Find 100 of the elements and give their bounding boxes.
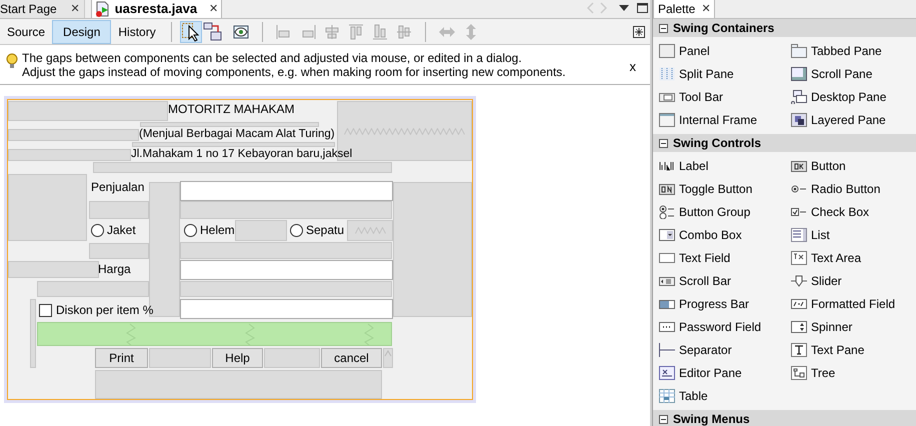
mode-button[interactable] xyxy=(202,20,224,42)
palette-item[interactable]: Check Box xyxy=(791,200,916,223)
palette-section-header[interactable]: Swing Containers xyxy=(653,19,916,37)
gap-marker[interactable] xyxy=(132,142,335,147)
palette-item[interactable]: Button xyxy=(791,154,916,177)
form-button[interactable]: Help xyxy=(212,348,263,368)
palette-item[interactable]: Tabbed Pane xyxy=(791,39,916,62)
palette-item[interactable]: Toggle Button xyxy=(659,177,791,200)
gap-marker[interactable] xyxy=(180,242,392,259)
gap-marker[interactable] xyxy=(8,101,168,121)
palette-item[interactable]: Spinner xyxy=(791,315,916,338)
palette-item[interactable]: Progress Bar xyxy=(659,292,791,315)
collapse-icon[interactable] xyxy=(659,24,668,32)
palette-item[interactable]: Internal Frame xyxy=(659,108,791,131)
palette-item[interactable]: Formatted Field xyxy=(791,292,916,315)
maximize-icon[interactable] xyxy=(637,3,648,13)
gap-marker[interactable] xyxy=(383,348,393,368)
close-tab-button[interactable]: ✕ xyxy=(701,0,710,18)
palette-item[interactable]: Text Area xyxy=(791,246,916,269)
dropdown-icon[interactable] xyxy=(619,4,629,12)
table-icon xyxy=(659,388,675,402)
gap-marker[interactable] xyxy=(30,299,36,368)
text-field[interactable] xyxy=(180,299,393,319)
close-tab-button[interactable]: ✕ xyxy=(209,0,218,18)
mode-button[interactable] xyxy=(180,20,202,42)
align-icon[interactable] xyxy=(394,22,413,40)
close-tab-button[interactable]: ✕ xyxy=(70,0,80,18)
palette-item[interactable]: Password Field xyxy=(659,315,791,338)
connection-mode-icon xyxy=(202,22,223,42)
palette-item[interactable]: Layered Pane xyxy=(791,108,916,131)
gap-marker[interactable] xyxy=(89,243,149,259)
text-field[interactable] xyxy=(180,181,393,201)
palette-item[interactable]: List xyxy=(791,223,916,246)
scroll-left-icon[interactable] xyxy=(587,2,595,14)
align-icon[interactable] xyxy=(346,22,365,40)
preview-icon[interactable] xyxy=(232,22,250,40)
palette-item[interactable]: Panel xyxy=(659,39,791,62)
gap-marker[interactable] xyxy=(8,149,131,161)
collapse-icon[interactable] xyxy=(659,138,668,148)
lightbulb-icon xyxy=(6,53,18,69)
text-field[interactable] xyxy=(180,260,393,280)
palette-item[interactable]: Slider xyxy=(791,269,916,292)
palette-tab[interactable]: Palette ✕ xyxy=(653,0,716,18)
gap-marker[interactable] xyxy=(93,162,392,173)
palette-item[interactable]: Combo Box xyxy=(659,223,791,246)
palette-item[interactable]: Text Field xyxy=(659,246,791,269)
editor-tab[interactable]: Start Page ✕ xyxy=(0,0,85,18)
scroll-right-icon[interactable] xyxy=(599,2,607,14)
view-tab[interactable]: Source xyxy=(0,20,52,44)
palette-item[interactable]: Desktop Pane xyxy=(791,85,916,108)
panel-icon xyxy=(659,44,675,58)
gap-marker[interactable] xyxy=(180,281,392,297)
form-button[interactable]: cancel xyxy=(321,348,382,368)
palette-item[interactable]: Radio Button xyxy=(791,177,916,200)
gap-marker[interactable] xyxy=(180,201,392,219)
radio-button[interactable]: Jaket xyxy=(91,221,136,239)
list-icon xyxy=(791,228,807,242)
gap-marker[interactable] xyxy=(149,348,211,368)
gap-marker[interactable] xyxy=(95,370,382,399)
palette-section-header[interactable]: Swing Menus xyxy=(653,410,916,426)
gap-marker[interactable] xyxy=(235,220,287,241)
palette-item[interactable]: Tool Bar xyxy=(659,85,791,108)
view-tab[interactable]: History xyxy=(111,20,163,44)
palette-item[interactable]: Tree xyxy=(791,361,916,384)
palette-item[interactable]: Label xyxy=(659,154,791,177)
align-icon[interactable] xyxy=(322,22,341,40)
separator-icon xyxy=(659,342,675,356)
palette-item[interactable]: Text Pane xyxy=(791,338,916,361)
selection-mode-icon xyxy=(180,22,201,42)
palette-item[interactable]: Scroll Bar xyxy=(659,269,791,292)
text-area-icon xyxy=(791,250,807,264)
palette-section-header[interactable]: Swing Controls xyxy=(653,134,916,152)
align-icon[interactable] xyxy=(370,22,389,40)
palette-item[interactable]: Separator xyxy=(659,338,791,361)
collapse-icon[interactable] xyxy=(659,414,668,424)
palette-item[interactable]: Split Pane xyxy=(659,62,791,85)
gap-marker[interactable] xyxy=(264,348,320,368)
tabbed-pane-icon xyxy=(791,44,807,58)
checkbox[interactable]: Diskon per item % xyxy=(39,301,154,319)
gap-marker[interactable] xyxy=(393,182,472,317)
form-button[interactable]: Print xyxy=(95,348,148,368)
editor-pane-icon xyxy=(659,366,675,380)
gap-marker[interactable] xyxy=(140,122,319,127)
palette-item[interactable]: Table xyxy=(659,384,791,407)
close-hint-button[interactable]: x xyxy=(630,57,636,76)
view-tab[interactable]: Design xyxy=(52,20,112,44)
java-file-icon xyxy=(94,1,111,17)
gap-marker[interactable] xyxy=(89,201,149,219)
palette-item[interactable]: Editor Pane xyxy=(659,361,791,384)
gap-marker[interactable] xyxy=(8,261,99,278)
editor-tab[interactable]: uasresta.java ✕ xyxy=(90,0,222,18)
gap-marker[interactable] xyxy=(8,129,139,141)
palette-item[interactable]: Scroll Pane xyxy=(791,62,916,85)
radio-button[interactable]: Sepatu xyxy=(290,221,344,239)
palette-item[interactable]: Button Group xyxy=(659,200,791,223)
gap-marker[interactable] xyxy=(347,220,393,241)
grid-icon[interactable] xyxy=(633,26,645,38)
radio-button[interactable]: Helem xyxy=(184,221,235,239)
gap-marker[interactable] xyxy=(8,174,87,241)
gap-marker[interactable] xyxy=(37,281,149,297)
